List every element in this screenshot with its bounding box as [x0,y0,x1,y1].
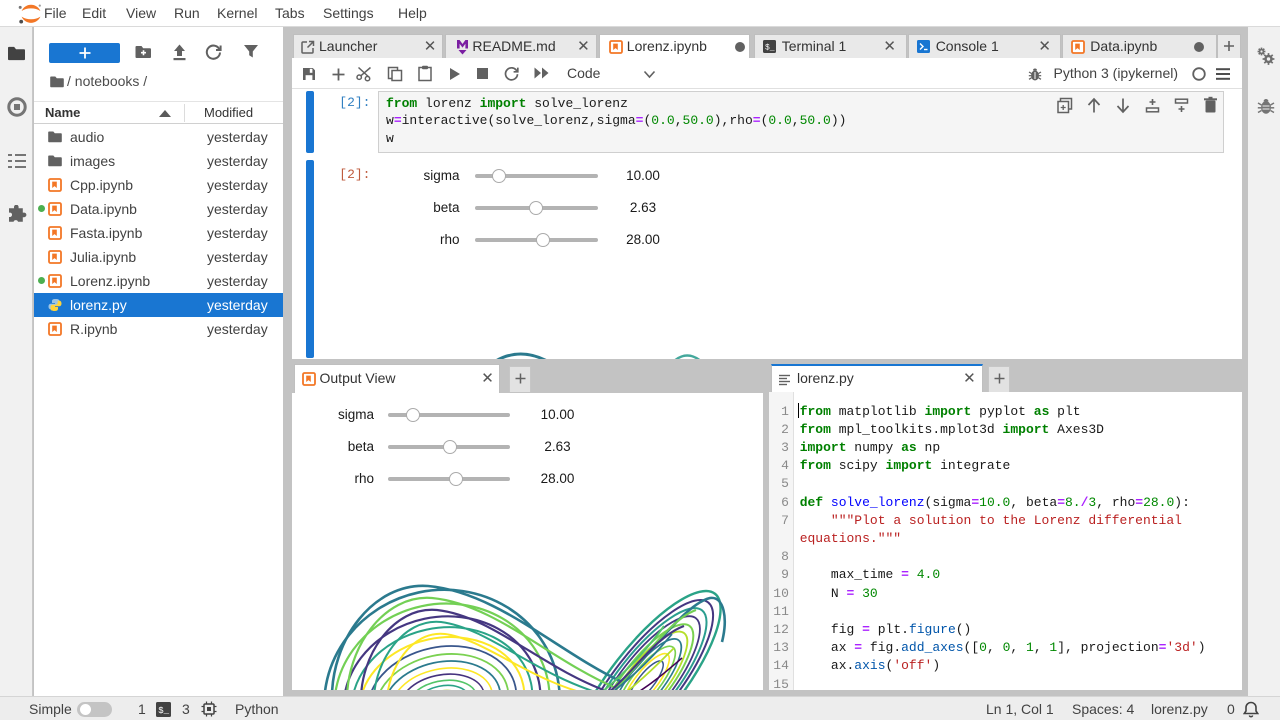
svg-text:$_: $_ [765,44,775,53]
svg-text:$_: $_ [158,706,169,716]
